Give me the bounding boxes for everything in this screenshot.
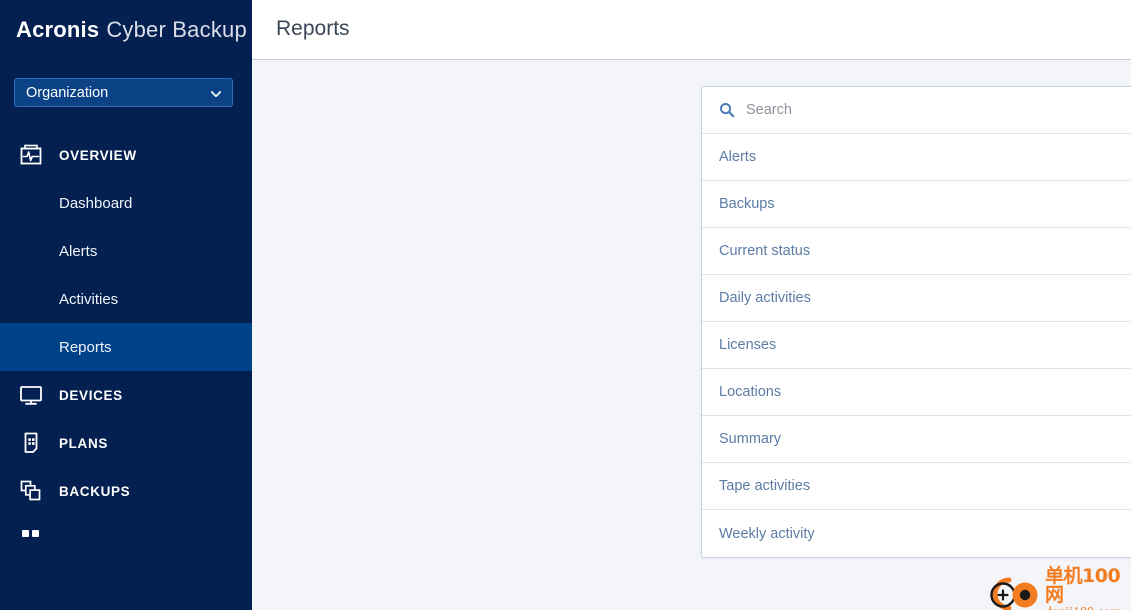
report-item-label: Backups xyxy=(719,196,775,212)
sidebar-item-reports[interactable]: Reports xyxy=(0,323,252,371)
report-item-label: Weekly activity xyxy=(719,525,815,542)
organization-selector[interactable]: Organization xyxy=(14,78,233,107)
sidebar-navigation: OVERVIEW Dashboard Alerts Activities Rep… xyxy=(0,131,252,563)
sidebar-item-label: Reports xyxy=(59,338,112,356)
settings-icon xyxy=(16,524,46,554)
reports-dropdown-panel: Search Alerts Backups Current status Dai… xyxy=(701,86,1131,558)
organization-selector-value: Organization xyxy=(26,84,109,101)
report-item-summary[interactable]: Summary xyxy=(702,416,1131,463)
brand-logo: Acronis Cyber Backup xyxy=(0,0,252,60)
sidebar-group-label: PLANS xyxy=(59,435,109,451)
brand-name-secondary: Cyber Backup xyxy=(106,17,247,42)
sidebar-item-label: Alerts xyxy=(59,242,98,260)
report-item-label: Licenses xyxy=(719,337,777,353)
search-icon xyxy=(719,102,735,118)
stacked-squares-icon xyxy=(16,476,46,506)
monitor-icon xyxy=(16,380,46,410)
report-item-backups[interactable]: Backups xyxy=(702,181,1131,228)
report-item-label: Summary xyxy=(719,431,782,447)
sidebar-group-label: DEVICES xyxy=(59,387,123,403)
sidebar-group-overview[interactable]: OVERVIEW xyxy=(0,131,252,179)
report-item-label: Daily activities xyxy=(719,290,811,306)
sidebar-item-activities[interactable]: Activities xyxy=(0,275,252,323)
report-item-alerts[interactable]: Alerts xyxy=(702,134,1131,181)
sidebar-item-alerts[interactable]: Alerts xyxy=(0,227,252,275)
main-content: Search Alerts Backups Current status Dai… xyxy=(252,60,1131,610)
chevron-down-icon xyxy=(210,87,222,99)
sidebar-group-plans[interactable]: PLANS xyxy=(0,419,252,467)
search-input-placeholder: Search xyxy=(746,102,792,118)
report-item-label: Current status xyxy=(719,243,811,259)
report-item-current-status[interactable]: Current status xyxy=(702,228,1131,275)
document-grid-icon xyxy=(16,428,46,458)
sidebar-item-dashboard[interactable]: Dashboard xyxy=(0,179,252,227)
brand-name-primary: Acronis xyxy=(16,17,100,42)
sidebar-item-label: Activities xyxy=(59,290,119,308)
report-item-daily-activities[interactable]: Daily activities xyxy=(702,275,1131,322)
report-item-label: Tape activities xyxy=(719,478,811,494)
report-item-label: Locations xyxy=(719,384,782,400)
report-item-locations[interactable]: Locations xyxy=(702,369,1131,416)
application-window: Acronis Cyber Backup Organization OVERVI… xyxy=(0,0,1131,610)
sidebar-group-devices[interactable]: DEVICES xyxy=(0,371,252,419)
sidebar-item-label: Dashboard xyxy=(59,194,133,212)
page-header: Reports xyxy=(252,0,1131,60)
sidebar-group-partial[interactable] xyxy=(0,515,252,563)
report-item-label: Alerts xyxy=(719,149,757,165)
report-item-tape-activities[interactable]: Tape activities xyxy=(702,463,1131,510)
sidebar-group-label: BACKUPS xyxy=(59,483,131,499)
search-field[interactable]: Search xyxy=(702,87,1131,134)
sidebar-group-label: OVERVIEW xyxy=(59,147,137,163)
report-item-licenses[interactable]: Licenses xyxy=(702,322,1131,369)
sidebar-group-backups[interactable]: BACKUPS xyxy=(0,467,252,515)
page-title: Reports xyxy=(276,17,350,40)
report-item-weekly-activity[interactable]: Weekly activity xyxy=(702,510,1131,557)
monitor-pulse-icon xyxy=(16,140,46,170)
sidebar: Acronis Cyber Backup Organization OVERVI… xyxy=(0,0,252,610)
